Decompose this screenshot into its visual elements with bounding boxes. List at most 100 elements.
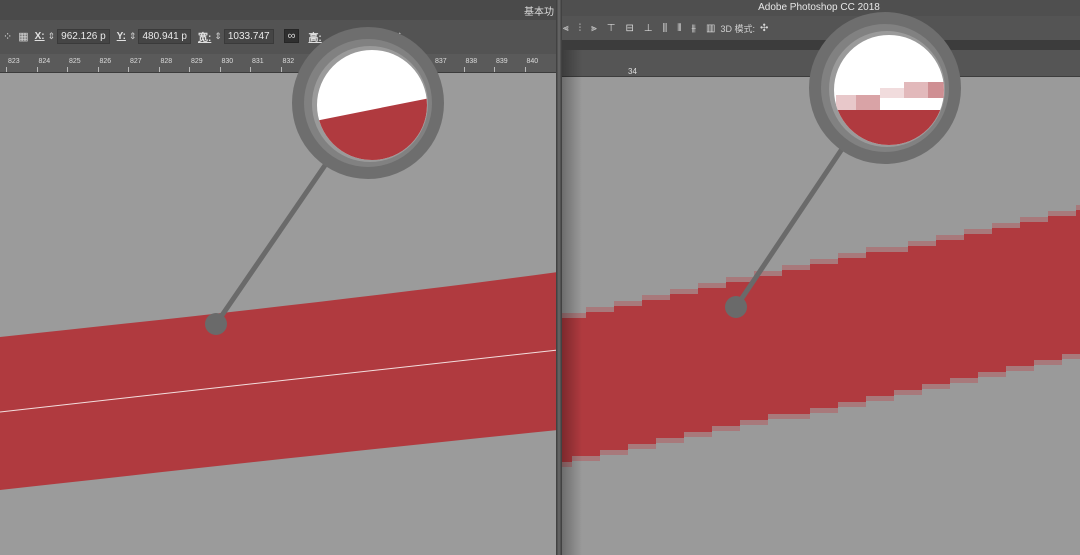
band-edge-pixel bbox=[782, 265, 796, 270]
band-edge-pixel bbox=[810, 408, 824, 413]
band-edge-pixel bbox=[698, 432, 712, 437]
band-edge-pixel bbox=[600, 307, 614, 312]
band-edge-pixel bbox=[600, 450, 614, 455]
band-pixel-column bbox=[978, 234, 992, 372]
band-pixel-column bbox=[586, 312, 600, 456]
band-edge-pixel bbox=[586, 307, 600, 312]
band-pixel-column bbox=[712, 288, 726, 426]
band-edge-pixel bbox=[670, 438, 684, 443]
band-edge-pixel bbox=[950, 378, 964, 383]
band-edge-pixel bbox=[1048, 360, 1062, 365]
left-panel-vector: 基本功 ⁘ ▦ X: ⇕ 962.126 p Y: ⇕ 480.941 p 宽:… bbox=[0, 0, 558, 555]
band-edge-pixel bbox=[684, 432, 698, 437]
band-edge-pixel bbox=[992, 223, 1006, 228]
band-edge-pixel bbox=[950, 235, 964, 240]
red-raster-band bbox=[558, 205, 1080, 467]
band-edge-pixel bbox=[726, 277, 740, 282]
band-edge-pixel bbox=[670, 289, 684, 294]
band-edge-pixel bbox=[1076, 205, 1080, 210]
band-edge-pixel bbox=[656, 295, 670, 300]
band-edge-pixel bbox=[880, 247, 894, 252]
band-edge-pixel bbox=[866, 396, 880, 401]
band-edge-pixel bbox=[712, 283, 726, 288]
band-edge-pixel bbox=[810, 259, 824, 264]
band-edge-pixel bbox=[936, 384, 950, 389]
band-edge-pixel bbox=[740, 420, 754, 425]
band-edge-pixel bbox=[1034, 217, 1048, 222]
band-pixel-column bbox=[922, 246, 936, 384]
band-pixel-column bbox=[1034, 222, 1048, 360]
band-edge-pixel bbox=[978, 372, 992, 377]
band-pixel-column bbox=[1020, 222, 1034, 366]
band-edge-pixel bbox=[768, 271, 782, 276]
band-pixel-column bbox=[684, 294, 698, 432]
magnifier-left bbox=[292, 27, 444, 179]
panel-divider bbox=[556, 0, 562, 555]
magnifier-anchor-dot-right bbox=[725, 296, 747, 318]
band-edge-pixel bbox=[642, 295, 656, 300]
band-pixel-column bbox=[768, 276, 782, 414]
band-pixel-column bbox=[838, 258, 852, 402]
band-edge-pixel bbox=[1076, 354, 1080, 359]
band-edge-pixel bbox=[894, 247, 908, 252]
band-edge-pixel bbox=[614, 301, 628, 306]
band-edge-pixel bbox=[992, 372, 1006, 377]
band-edge-pixel bbox=[1020, 217, 1034, 222]
band-pixel-column bbox=[1048, 216, 1062, 360]
band-edge-pixel bbox=[1048, 211, 1062, 216]
band-edge-pixel bbox=[684, 289, 698, 294]
band-edge-pixel bbox=[726, 426, 740, 431]
band-pixel-column bbox=[628, 306, 642, 444]
band-edge-pixel bbox=[1006, 366, 1020, 371]
band-pixel-column bbox=[754, 276, 768, 420]
band-edge-pixel bbox=[614, 450, 628, 455]
band-edge-pixel bbox=[1062, 211, 1076, 216]
band-edge-pixel bbox=[838, 253, 852, 258]
band-edge-pixel bbox=[978, 229, 992, 234]
band-edge-pixel bbox=[866, 247, 880, 252]
magnifier-anchor-dot bbox=[205, 313, 227, 335]
band-edge-pixel bbox=[642, 444, 656, 449]
band-edge-pixel bbox=[936, 235, 950, 240]
band-edge-pixel bbox=[908, 390, 922, 395]
band-pixel-column bbox=[992, 228, 1006, 372]
band-edge-pixel bbox=[838, 402, 852, 407]
band-pixel-column bbox=[824, 264, 838, 408]
band-pixel-column bbox=[936, 240, 950, 384]
left-canvas bbox=[0, 27, 558, 490]
band-edge-pixel bbox=[628, 301, 642, 306]
band-pixel-column bbox=[880, 252, 894, 396]
band-pixel-column bbox=[600, 312, 614, 450]
band-edge-pixel bbox=[894, 390, 908, 395]
band-pixel-column bbox=[950, 240, 964, 378]
band-pixel-column bbox=[866, 252, 880, 396]
band-edge-pixel bbox=[824, 259, 838, 264]
band-edge-pixel bbox=[628, 444, 642, 449]
band-pixel-column bbox=[796, 270, 810, 414]
band-edge-pixel bbox=[824, 408, 838, 413]
band-edge-pixel bbox=[852, 253, 866, 258]
band-pixel-column bbox=[964, 234, 978, 378]
band-pixel-column bbox=[1062, 216, 1076, 354]
band-edge-pixel bbox=[586, 456, 600, 461]
magnifier-pointer bbox=[213, 156, 333, 326]
band-pixel-column bbox=[614, 306, 628, 450]
band-edge-pixel bbox=[796, 265, 810, 270]
band-edge-pixel bbox=[754, 420, 768, 425]
band-edge-pixel bbox=[768, 414, 782, 419]
band-pixel-column bbox=[894, 252, 908, 390]
band-edge-pixel bbox=[1062, 354, 1076, 359]
band-edge-pixel bbox=[852, 402, 866, 407]
band-edge-pixel bbox=[1006, 223, 1020, 228]
band-edge-pixel bbox=[656, 438, 670, 443]
band-pixel-column bbox=[670, 294, 684, 438]
band-pixel-column bbox=[642, 300, 656, 444]
band-pixel-column bbox=[810, 264, 824, 408]
band-edge-pixel bbox=[880, 396, 894, 401]
band-edge-pixel bbox=[1034, 360, 1048, 365]
band-edge-pixel bbox=[698, 283, 712, 288]
band-edge-pixel bbox=[964, 378, 978, 383]
band-edge-pixel bbox=[922, 384, 936, 389]
right-panel-raster: Adobe Photoshop CC 2018 ⫷ ⫶ ⫸ ⊤ ⊟ ⊥ ⫼ ⫴ … bbox=[558, 0, 1080, 555]
right-canvas bbox=[558, 12, 1080, 467]
